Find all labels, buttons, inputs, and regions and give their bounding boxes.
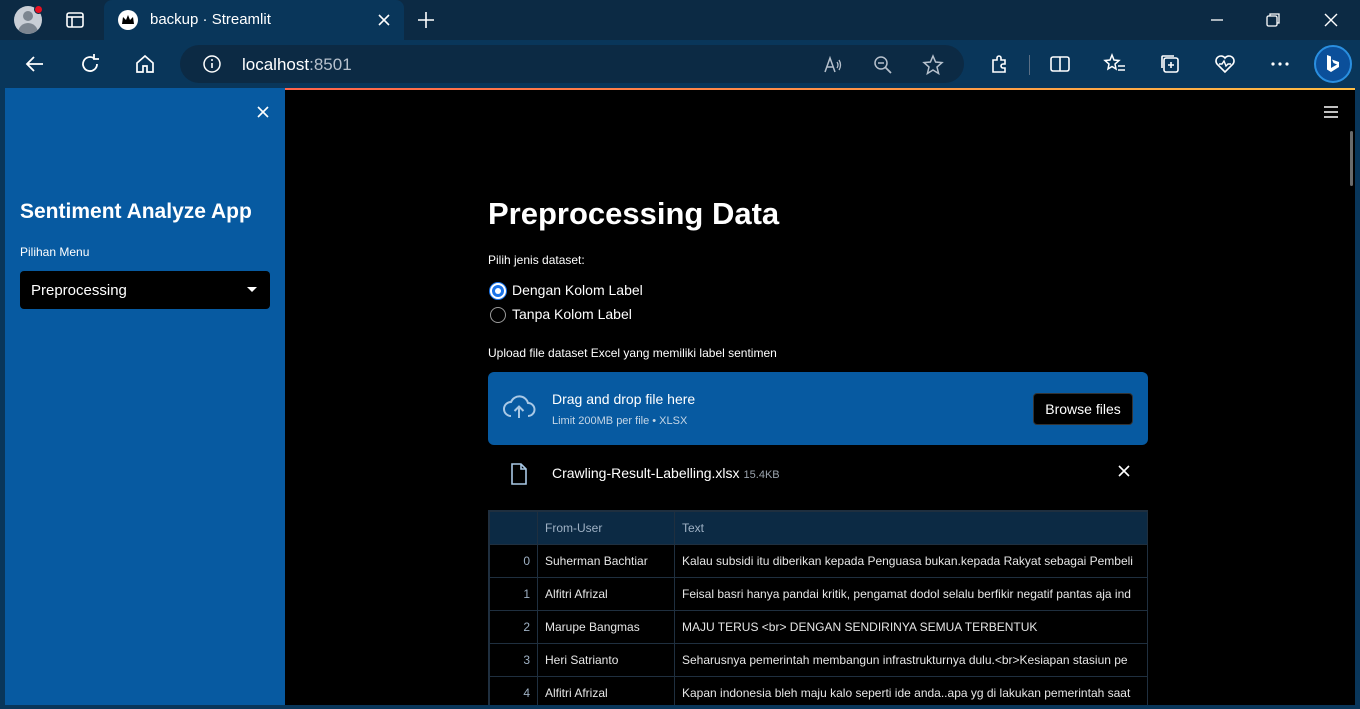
split-screen-icon[interactable] — [1048, 52, 1072, 76]
cloud-upload-icon — [503, 395, 536, 418]
cell-from-user[interactable]: Alfitri Afrizal — [537, 676, 675, 705]
file-dropzone[interactable]: Drag and drop file here Limit 200MB per … — [488, 372, 1148, 445]
uploaded-file-name: Crawling-Result-Labelling.xlsx — [552, 465, 740, 481]
browser-essentials-icon[interactable] — [1213, 52, 1237, 76]
favorite-star-icon[interactable] — [922, 54, 944, 76]
table-header-index[interactable] — [489, 511, 538, 545]
cell-from-user[interactable]: Suherman Bachtiar — [537, 544, 675, 578]
table-row[interactable]: 1 Alfitri Afrizal Feisal basri hanya pan… — [489, 577, 1147, 611]
streamlit-app: Sentiment Analyze App Pilihan Menu Prepr… — [5, 88, 1355, 705]
row-index: 1 — [489, 577, 538, 611]
restore-icon[interactable] — [1263, 10, 1283, 30]
upload-label: Upload file dataset Excel yang memiliki … — [488, 346, 777, 360]
sidebar: Sentiment Analyze App Pilihan Menu Prepr… — [5, 88, 285, 705]
radio-option-label: Dengan Kolom Label — [512, 282, 643, 298]
bing-copilot-icon[interactable] — [1314, 45, 1352, 83]
dropzone-title: Drag and drop file here — [552, 391, 696, 407]
scrollbar-thumb[interactable] — [1350, 131, 1353, 186]
address-port: :8501 — [309, 55, 352, 74]
new-tab-icon[interactable] — [416, 10, 436, 30]
row-index: 2 — [489, 610, 538, 644]
file-icon — [511, 463, 527, 485]
cell-text[interactable]: Feisal basri hanya pandai kritik, pengam… — [674, 577, 1147, 611]
table-row[interactable]: 0 Suherman Bachtiar Kalau subsidi itu di… — [489, 544, 1147, 578]
main-menu-icon[interactable] — [1323, 105, 1339, 119]
tab-close-icon[interactable] — [376, 12, 392, 28]
main-content: Preprocessing Data Pilih jenis dataset: … — [488, 88, 1148, 705]
cell-from-user[interactable]: Alfitri Afrizal — [537, 577, 675, 611]
table-header-row: From-User Text — [489, 511, 1147, 545]
uploaded-file-size: 15.4KB — [743, 469, 780, 481]
row-index: 4 — [489, 676, 538, 705]
remove-file-icon[interactable] — [1118, 465, 1130, 477]
browse-files-button[interactable]: Browse files — [1033, 393, 1133, 425]
cell-text[interactable]: Kalau subsidi itu diberikan kepada Pengu… — [674, 544, 1147, 578]
toolbar-divider — [1029, 55, 1030, 75]
radio-option-label: Tanpa Kolom Label — [512, 306, 632, 322]
cell-text[interactable]: MAJU TERUS <br> DENGAN SENDIRINYA SEMUA … — [674, 610, 1147, 644]
tab-actions-icon[interactable] — [65, 10, 85, 30]
minimize-icon[interactable] — [1207, 10, 1227, 30]
tab-title: backup · Streamlit — [150, 11, 271, 28]
page-title: Preprocessing Data — [488, 196, 780, 231]
notification-dot — [34, 5, 43, 14]
favorites-icon[interactable] — [1103, 52, 1127, 76]
browser-viewport: Sentiment Analyze App Pilihan Menu Prepr… — [0, 88, 1360, 709]
browser-titlebar: backup · Streamlit — [0, 0, 1360, 40]
back-icon[interactable] — [23, 52, 47, 76]
cell-text[interactable]: Seharusnya pemerintah membangun infrastr… — [674, 643, 1147, 677]
radio-selected-icon[interactable] — [490, 283, 506, 299]
refresh-icon[interactable] — [78, 52, 102, 76]
close-window-icon[interactable] — [1321, 10, 1341, 30]
data-table: From-User Text 0 Suherman Bachtiar Kalau… — [489, 511, 1147, 705]
address-url: localhost:8501 — [242, 55, 352, 75]
collections-icon[interactable] — [1158, 52, 1182, 76]
more-options-icon[interactable] — [1268, 52, 1292, 76]
menu-select[interactable]: Preprocessing — [20, 271, 270, 309]
browser-tab[interactable]: backup · Streamlit — [104, 0, 404, 40]
dataframe-table[interactable]: From-User Text 0 Suherman Bachtiar Kalau… — [488, 510, 1148, 705]
dropzone-limit: Limit 200MB per file • XLSX — [552, 415, 688, 427]
table-row[interactable]: 3 Heri Satrianto Seharusnya pemerintah m… — [489, 643, 1147, 677]
sidebar-title: Sentiment Analyze App — [20, 200, 252, 223]
table-row[interactable]: 4 Alfitri Afrizal Kapan indonesia bleh m… — [489, 676, 1147, 705]
address-host: localhost — [242, 55, 310, 74]
menu-label: Pilihan Menu — [20, 245, 90, 259]
read-aloud-icon[interactable] — [822, 54, 844, 76]
row-index: 0 — [489, 544, 538, 578]
site-info-icon[interactable] — [202, 54, 222, 74]
radio-unselected-icon[interactable] — [490, 307, 506, 323]
browser-navbar: localhost:8501 — [0, 40, 1360, 88]
address-bar[interactable]: localhost:8501 — [180, 45, 964, 83]
menu-selected-value: Preprocessing — [31, 282, 127, 299]
zoom-out-icon[interactable] — [872, 54, 894, 76]
extensions-icon[interactable] — [987, 52, 1011, 76]
table-header-from-user[interactable]: From-User — [537, 511, 675, 545]
cell-from-user[interactable]: Heri Satrianto — [537, 643, 675, 677]
table-header-text[interactable]: Text — [674, 511, 1147, 545]
home-icon[interactable] — [133, 52, 157, 76]
uploaded-file: Crawling-Result-Labelling.xlsx 15.4KB — [552, 465, 780, 481]
streamlit-favicon-icon — [118, 10, 138, 30]
sidebar-close-icon[interactable] — [255, 104, 271, 120]
chevron-down-icon — [247, 287, 257, 292]
cell-text[interactable]: Kapan indonesia bleh maju kalo seperti i… — [674, 676, 1147, 705]
row-index: 3 — [489, 643, 538, 677]
cell-from-user[interactable]: Marupe Bangmas — [537, 610, 675, 644]
dataset-radio-label: Pilih jenis dataset: — [488, 253, 585, 267]
table-row[interactable]: 2 Marupe Bangmas MAJU TERUS <br> DENGAN … — [489, 610, 1147, 644]
